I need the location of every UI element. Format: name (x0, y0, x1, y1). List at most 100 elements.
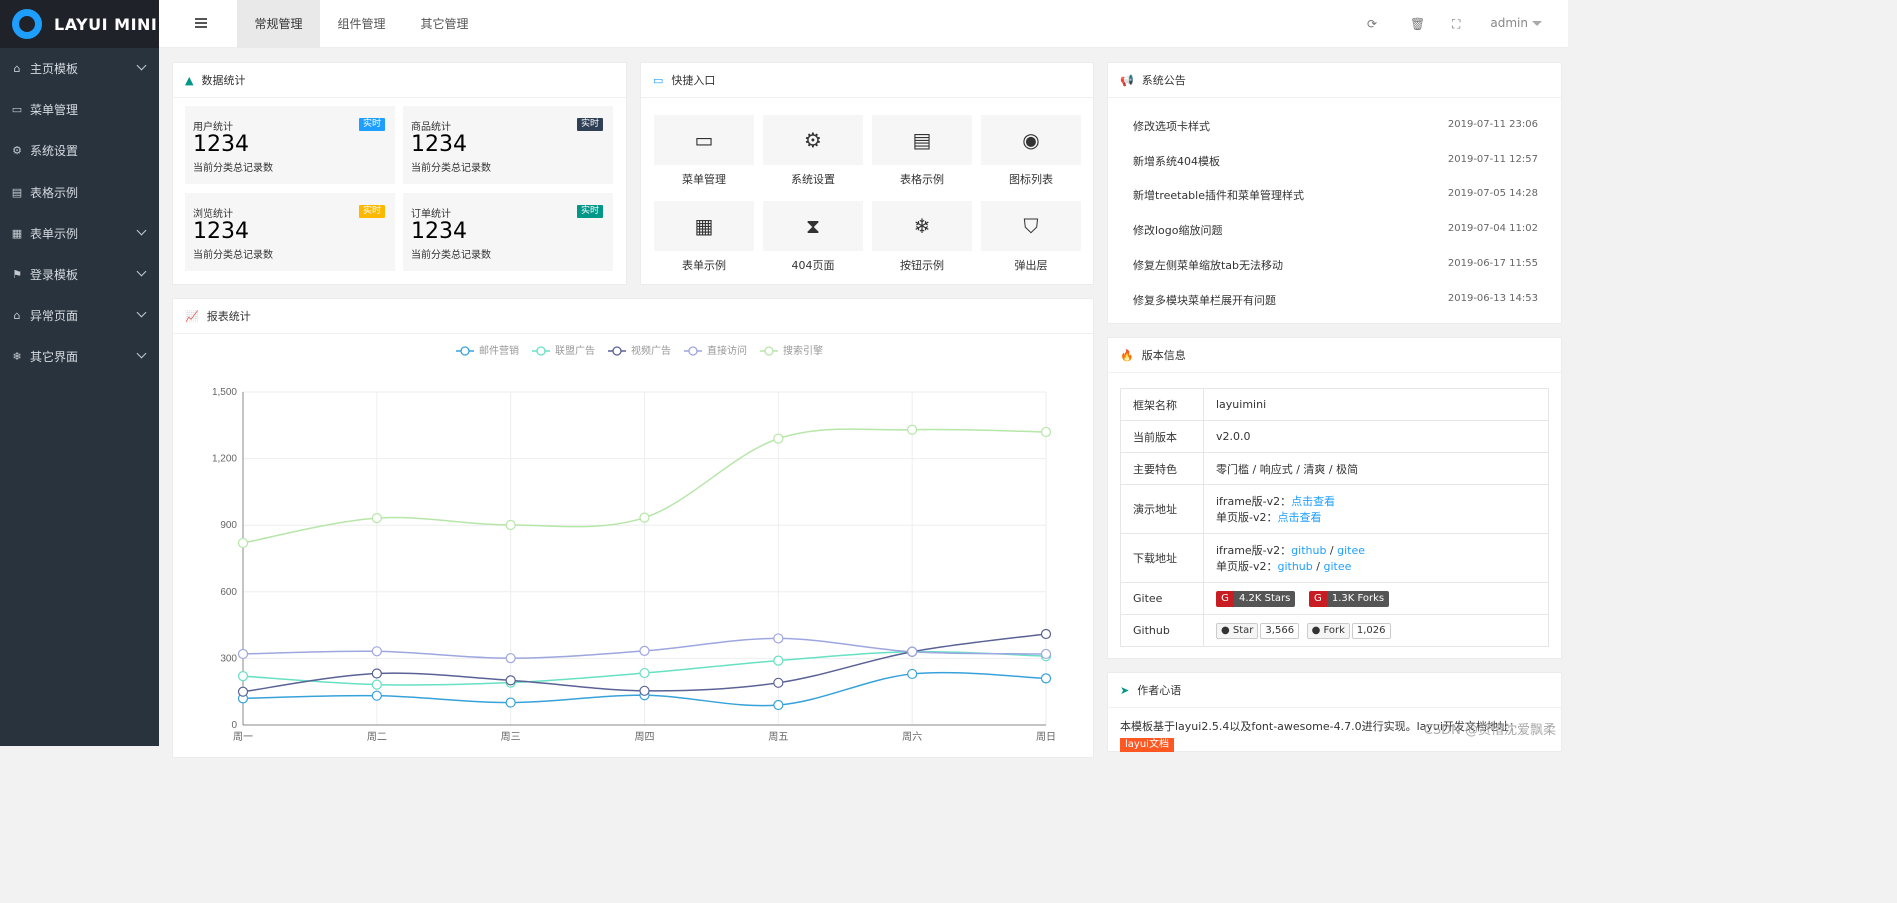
data-point (1040, 426, 1052, 438)
notice-text: 修改logo缩放问题 (1133, 224, 1223, 238)
quick-entry-label[interactable]: 系统设置 (763, 171, 863, 187)
y-tick-label: 900 (220, 520, 237, 531)
stat-sub: 当前分类总记录数 (411, 163, 491, 174)
sidebar-item-2[interactable]: ⚙ 系统设置 (0, 130, 159, 171)
stat-box: 用户统计 1234 当前分类总记录数 实时 (185, 106, 395, 184)
data-point (237, 671, 249, 682)
header: 常规管理 组件管理 其它管理 ⟳ 🗑 ⛶ admin (159, 0, 1568, 48)
sidebar-item-1[interactable]: ▭ 菜单管理 (0, 89, 159, 130)
data-point (371, 690, 382, 701)
version-card-header: 🔥 版本信息 (1108, 338, 1561, 373)
github-fork-button[interactable]: ● Fork (1306, 622, 1350, 639)
stat-sub: 当前分类总记录数 (411, 250, 491, 261)
logo[interactable]: LAYUI MINI (0, 0, 159, 48)
sidebar-item-5[interactable]: ⚑ 登录模板 (0, 254, 159, 295)
row-value: iframe版-v2：点击查看 单页版-v2：点击查看 (1203, 484, 1549, 534)
quick-entry-7[interactable]: ⛉ (981, 201, 1081, 251)
quick-entry-4[interactable]: ▦ (654, 201, 754, 251)
sidebar-item-4[interactable]: ▦ 表单示例 (0, 213, 159, 254)
notice-card-title: 系统公告 (1141, 74, 1186, 87)
table-row: 演示地址 iframe版-v2：点击查看 单页版-v2：点击查看 (1120, 484, 1549, 534)
github-fork-count[interactable]: 1,026 (1351, 622, 1391, 639)
fullscreen-icon[interactable]: ⛶ (1452, 17, 1460, 32)
sidebar-item-7[interactable]: ❄ 其它界面 (0, 336, 159, 377)
hourglass-icon: ⧗ (805, 214, 821, 238)
row-value: iframe版-v2：github / gitee 单页版-v2：github … (1203, 533, 1549, 583)
notice-text: 新增treetable插件和菜单管理样式 (1133, 189, 1304, 203)
quick-entry-3[interactable]: ◉ (981, 115, 1081, 165)
tab-other[interactable]: 其它管理 (403, 0, 486, 48)
dl-single-label: 单页版-v2： (1216, 560, 1278, 573)
notice-date: 2019-06-17 11:55 (1447, 257, 1538, 269)
menu-toggle-icon[interactable] (195, 18, 207, 28)
dl-iframe-label: iframe版-v2： (1216, 544, 1292, 557)
username: admin (1490, 16, 1528, 30)
github-star-label: Star (1232, 624, 1254, 636)
notice-item[interactable]: 修复左侧菜单缩放tab无法移动 2019-06-17 11:55 (1133, 257, 1538, 273)
window-icon: ▭ (11, 103, 23, 117)
table-row: Gitee G 4.2K Stars G 1.3K Forks (1120, 582, 1549, 615)
tab-components[interactable]: 组件管理 (320, 0, 403, 48)
dl-single-gitee-link[interactable]: gitee (1323, 560, 1351, 573)
gitee-forks-badge[interactable]: G 1.3K Forks (1308, 590, 1390, 607)
author-tag-wrap: layui文档 (1120, 736, 1174, 752)
notice-item[interactable]: 新增treetable插件和菜单管理样式 2019-07-05 14:28 (1133, 187, 1538, 203)
quick-entry-0[interactable]: ▭ (654, 115, 754, 165)
gears-icon: ⚙ (12, 144, 22, 158)
quick-entry-label[interactable]: 菜单管理 (654, 171, 754, 187)
stat-label: 商品统计 (411, 122, 451, 133)
quick-entry-label[interactable]: 表格示例 (872, 171, 972, 187)
refresh-icon[interactable]: ⟳ (1367, 17, 1377, 31)
paper-plane-icon: ➤ (1120, 683, 1130, 697)
quick-entry-5[interactable]: ⧗ (763, 201, 863, 251)
quick-entry-label[interactable]: 表单示例 (654, 257, 754, 273)
sidebar-item-3[interactable]: ▤ 表格示例 (0, 172, 159, 213)
layui-docs-tag[interactable]: layui文档 (1120, 738, 1174, 752)
y-tick-label: 600 (220, 587, 237, 598)
tab-regular[interactable]: 常规管理 (237, 0, 320, 48)
author-card: ➤ 作者心语 本模板基于layui2.5.4以及font-awesome-4.7… (1107, 672, 1562, 752)
trash-icon[interactable]: 🗑 (1410, 17, 1425, 31)
notice-text: 修复左侧菜单缩放tab无法移动 (1133, 258, 1284, 272)
gitee-stars-badge[interactable]: G 4.2K Stars (1216, 590, 1296, 607)
legend-marker (460, 346, 470, 356)
row-value: 零门槛 / 响应式 / 清爽 / 极简 (1203, 452, 1549, 485)
data-point (1040, 673, 1052, 684)
sidebar-item-6[interactable]: ⌂ 异常页面 (0, 295, 159, 336)
notice-item[interactable]: 修改logo缩放问题 2019-07-04 11:02 (1133, 222, 1538, 238)
table-row: 主要特色 零门槛 / 响应式 / 清爽 / 极简 (1120, 452, 1549, 485)
notice-text: 新增系统404模板 (1133, 154, 1220, 168)
notice-item[interactable]: 修改选项卡样式 2019-07-11 23:06 (1133, 118, 1538, 134)
quick-entry-label[interactable]: 弹出层 (981, 257, 1081, 273)
data-point (773, 633, 784, 644)
demo-single-link[interactable]: 点击查看 (1277, 511, 1321, 524)
watermark: CSDN @资惜沈爱飘柔 (1423, 723, 1556, 738)
github-star-count[interactable]: 3,566 (1260, 622, 1300, 639)
github-star-button[interactable]: ● Star (1216, 622, 1259, 639)
dl-iframe-gitee-link[interactable]: gitee (1337, 544, 1365, 557)
quick-entry-label[interactable]: 404页面 (763, 257, 863, 273)
sidebar-item-0[interactable]: ⌂ 主页模板 (0, 48, 159, 89)
window-icon: ▭ (694, 128, 714, 152)
realtime-badge: 实时 (576, 118, 603, 131)
row-label: 主要特色 (1120, 452, 1204, 485)
bullhorn-icon: 📢 (1120, 73, 1134, 87)
quick-entry-2[interactable]: ▤ (872, 115, 972, 165)
data-point (237, 648, 249, 660)
demo-iframe-link[interactable]: 点击查看 (1291, 495, 1335, 508)
user-menu[interactable]: admin (1490, 16, 1542, 30)
x-tick-label: 周六 (902, 731, 922, 743)
realtime-badge: 实时 (576, 205, 603, 218)
dl-single-github-link[interactable]: github (1277, 560, 1312, 573)
data-point (639, 512, 650, 523)
data-point (237, 537, 249, 549)
quick-entry-1[interactable]: ⚙ (763, 115, 863, 165)
notice-item[interactable]: 修复多模块菜单栏展开有问题 2019-06-13 14:53 (1133, 292, 1538, 308)
sidebar: LAYUI MINI ⌂ 主页模板 ▭ 菜单管理 ⚙ 系统设置 ▤ 表格示例 ▦ 表单示例 ⚑ 登录模… (0, 0, 159, 746)
notice-date: 2019-07-11 12:57 (1447, 153, 1538, 165)
quick-entry-label[interactable]: 图标列表 (981, 171, 1081, 187)
notice-item[interactable]: 新增系统404模板 2019-07-11 12:57 (1133, 153, 1538, 169)
dl-iframe-github-link[interactable]: github (1291, 544, 1326, 557)
quick-entry-6[interactable]: ❄ (872, 201, 972, 251)
quick-entry-label[interactable]: 按钮示例 (872, 257, 972, 273)
